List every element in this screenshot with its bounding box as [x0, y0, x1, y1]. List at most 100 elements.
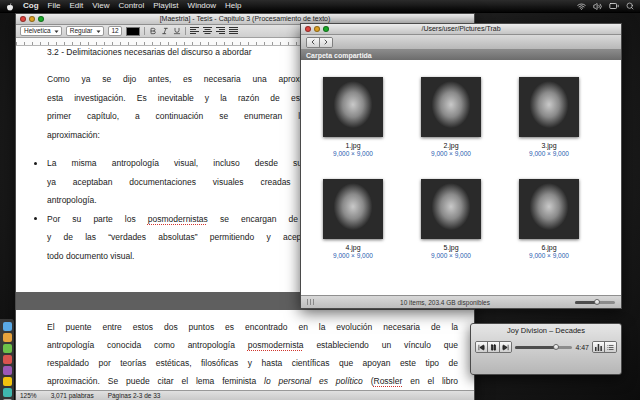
- close-button[interactable]: [305, 26, 311, 32]
- size-field[interactable]: 12: [108, 26, 122, 36]
- file-item[interactable]: 1.jpg9,000 × 9,000: [304, 77, 402, 158]
- forward-button[interactable]: [319, 38, 332, 47]
- menu-item[interactable]: Window: [188, 0, 216, 12]
- misspelled-word: posmodernistas: [148, 214, 208, 224]
- zoom-button[interactable]: [323, 26, 329, 32]
- menu-item[interactable]: Edit: [69, 0, 83, 12]
- menu-item[interactable]: File: [48, 0, 61, 12]
- file-item[interactable]: 2.jpg9,000 × 9,000: [402, 77, 500, 158]
- file-dimensions: 9,000 × 9,000: [431, 252, 471, 260]
- file-name[interactable]: 1.jpg: [345, 142, 360, 150]
- spotlight-icon[interactable]: [626, 2, 634, 10]
- text-line: El puente entre estos dos puntos es enco…: [47, 318, 458, 336]
- desktop-canvas: [Maestria] - Tesis - Capitulo 3 (Procesa…: [0, 13, 640, 400]
- file-name[interactable]: 2.jpg: [443, 142, 458, 150]
- bullet-dot: [34, 217, 37, 220]
- dock-app-icon[interactable]: [3, 399, 12, 400]
- menu-item[interactable]: Help: [225, 0, 241, 12]
- photo-thumbnail[interactable]: [519, 77, 579, 137]
- minimize-button[interactable]: [314, 26, 320, 32]
- menu-extras: [577, 1, 634, 11]
- file-name[interactable]: 6.jpg: [541, 244, 556, 252]
- file-dimensions: 9,000 × 9,000: [333, 150, 373, 158]
- apple-logo-icon[interactable]: [6, 2, 14, 11]
- photo-thumbnail[interactable]: [421, 77, 481, 137]
- file-name[interactable]: 5.jpg: [443, 244, 458, 252]
- dropdown-caret-icon: [96, 29, 101, 34]
- menu-item[interactable]: Playlist: [153, 0, 178, 12]
- slider-knob[interactable]: [594, 299, 600, 305]
- volume-icon[interactable]: [593, 2, 602, 11]
- dock-app-icon[interactable]: [3, 388, 12, 397]
- style-select[interactable]: Regular: [66, 26, 104, 36]
- dock-app-icon[interactable]: [3, 355, 12, 364]
- player-controls: 4:47: [475, 341, 617, 353]
- menu-item[interactable]: View: [92, 0, 109, 12]
- status-text: 10 items, 203.4 GB disponibles: [315, 299, 575, 306]
- underline-icon[interactable]: [173, 27, 181, 35]
- progress-fill: [515, 346, 556, 349]
- bold-icon[interactable]: [149, 27, 157, 35]
- dock-app-icon[interactable]: [3, 366, 12, 375]
- track-title: Joy Division – Decades: [475, 326, 617, 336]
- photo-thumbnail[interactable]: [519, 179, 579, 239]
- misspelled-word: posmodernista: [248, 340, 304, 350]
- previous-button[interactable]: [476, 342, 487, 352]
- file-item[interactable]: 4.jpg9,000 × 9,000: [304, 179, 402, 260]
- window-title: /Users/user/Pictures/Trab: [329, 24, 617, 34]
- status-bar: 125%3,071 palabrasPáginas 2-3 de 33: [16, 390, 474, 400]
- previous-icon: [478, 344, 485, 351]
- dock-app-icon[interactable]: [3, 333, 12, 342]
- dock-app-icon[interactable]: [3, 344, 12, 353]
- italic-icon[interactable]: [161, 27, 169, 35]
- progress-knob[interactable]: [553, 344, 559, 350]
- dock-app-icon[interactable]: [3, 322, 12, 331]
- text-line: aproximación. Se puede citar el lema fem…: [47, 372, 458, 390]
- window-controls: [20, 16, 44, 22]
- align-center-icon[interactable]: [203, 27, 212, 35]
- battery-icon[interactable]: [609, 1, 619, 11]
- menu-item[interactable]: Control: [118, 0, 144, 12]
- align-left-icon[interactable]: [190, 27, 199, 35]
- file-name[interactable]: 3.jpg: [541, 142, 556, 150]
- equalizer-button[interactable]: [593, 342, 604, 352]
- close-button[interactable]: [20, 16, 26, 22]
- title-bar[interactable]: /Users/user/Pictures/Trab: [301, 24, 621, 35]
- text-run: antropología.: [47, 195, 97, 205]
- file-name[interactable]: 4.jpg: [345, 244, 360, 252]
- app-menu[interactable]: Cog: [23, 0, 39, 12]
- file-item[interactable]: 3.jpg9,000 × 9,000: [500, 77, 598, 158]
- photo-thumbnail[interactable]: [323, 77, 383, 137]
- font-select[interactable]: Helvetica: [20, 26, 62, 36]
- align-justify-icon[interactable]: [229, 27, 238, 35]
- file-dimensions: 9,000 × 9,000: [431, 150, 471, 158]
- playlist-icon: [607, 344, 614, 351]
- grip-icon[interactable]: [307, 299, 315, 305]
- desktop: Cog File Edit View Control Playlist Window Help…: [0, 0, 640, 400]
- next-button[interactable]: [499, 342, 511, 352]
- zoom-button[interactable]: [38, 16, 44, 22]
- photo-thumbnail[interactable]: [421, 179, 481, 239]
- position-slider[interactable]: [515, 346, 572, 349]
- text-run: Por su parte los: [47, 214, 148, 224]
- minimize-button[interactable]: [29, 16, 35, 22]
- equalizer-icon[interactable]: [595, 344, 602, 351]
- document-page[interactable]: El puente entre estos dos puntos es enco…: [16, 310, 474, 390]
- align-right-icon[interactable]: [216, 27, 225, 35]
- bullet-mark: [34, 210, 47, 229]
- text-run: todo documento visual.: [47, 251, 134, 261]
- file-item[interactable]: 5.jpg9,000 × 9,000: [402, 179, 500, 260]
- word-count: 3,071 palabras: [51, 392, 94, 399]
- wifi-icon[interactable]: [577, 2, 586, 11]
- dock: [0, 319, 14, 400]
- playlist-button[interactable]: [604, 342, 616, 352]
- text-color-swatch[interactable]: [126, 27, 140, 36]
- zoom-level[interactable]: 125%: [20, 392, 37, 399]
- back-button[interactable]: [307, 38, 319, 47]
- dropdown-caret-icon: [54, 29, 59, 34]
- photo-thumbnail[interactable]: [323, 179, 383, 239]
- icon-size-slider[interactable]: [575, 301, 615, 304]
- dock-app-icon[interactable]: [3, 377, 12, 386]
- file-item[interactable]: 6.jpg9,000 × 9,000: [500, 179, 598, 260]
- play-pause-button[interactable]: [487, 342, 499, 352]
